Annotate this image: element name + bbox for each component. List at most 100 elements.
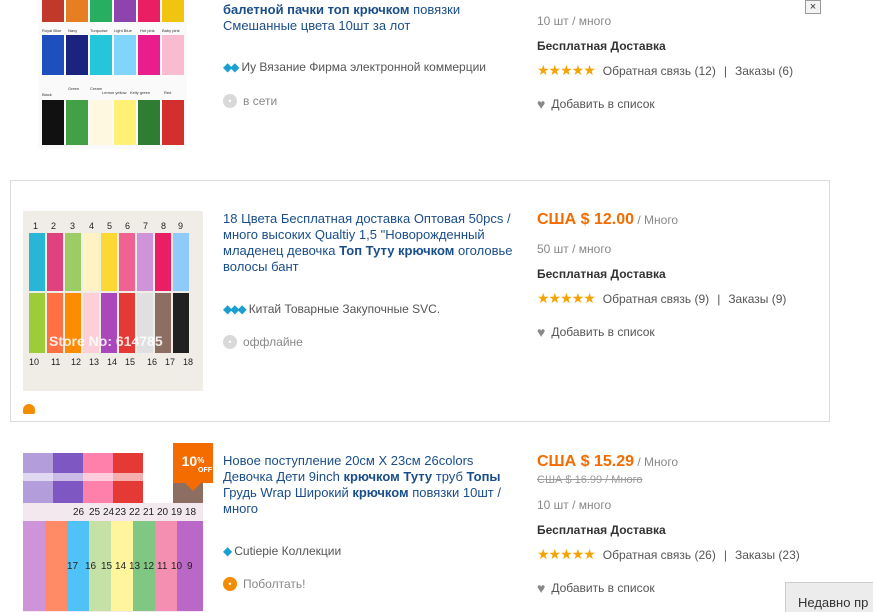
rating-row: ★★★★★ Обратная связь (12) | Заказы (6) — [537, 62, 793, 79]
close-button[interactable]: × — [805, 0, 821, 14]
diamond-rating-icon: ◆◆◆ — [223, 302, 247, 316]
rating-row: ★★★★★ Обратная связь (9) | Заказы (9) — [537, 290, 786, 307]
diamond-rating-icon: ◆◆ — [223, 60, 240, 74]
swatch-label: Royal Blue — [42, 28, 62, 33]
seller-row: ◆◆ Иу Вязание Фирма электронной коммерци… — [223, 60, 486, 74]
image-number: 13 — [89, 357, 99, 367]
seller-link[interactable]: Cutiepie Коллекции — [234, 544, 341, 558]
shipping-text: Бесплатная Доставка — [537, 523, 666, 537]
add-to-list-label: Добавить в список — [551, 581, 655, 595]
quantity-text: 50 шт / много — [537, 242, 612, 256]
image-number: 7 — [143, 221, 148, 231]
swatch-label: Light Blue — [114, 28, 133, 33]
discount-off: OFF — [198, 467, 212, 474]
swatch-label: Black — [42, 92, 52, 97]
image-number: 6 — [125, 221, 130, 231]
image-number: 20 — [157, 507, 169, 518]
status-text[interactable]: оффлайне — [243, 335, 303, 349]
image-number: 26 — [73, 507, 85, 518]
image-number: 12 — [71, 357, 81, 367]
discount-value: 10 — [181, 453, 198, 469]
image-number: 2 — [51, 221, 56, 231]
image-number: 19 — [171, 507, 183, 518]
recently-viewed-tab[interactable]: Недавно пр — [785, 582, 873, 612]
price: США $ 12.00 / Много — [537, 211, 678, 229]
store-watermark: Store No: 614785 — [49, 333, 163, 349]
image-number: 21 — [143, 507, 155, 518]
product-title[interactable]: балетной пачки топ крючком повязки Смеша… — [223, 2, 513, 34]
image-number: 10 — [29, 357, 39, 367]
price-unit: / Много — [634, 455, 679, 469]
add-to-list-label: Добавить в список — [551, 97, 655, 111]
title-part[interactable]: Топы — [467, 469, 501, 484]
chat-offline-icon: • — [223, 94, 237, 108]
image-number: 9 — [178, 221, 183, 231]
feedback-link[interactable]: Обратная связь (9) — [603, 292, 709, 306]
image-number: 15 — [125, 357, 135, 367]
seller-row: ◆ Cutiepie Коллекции — [223, 544, 341, 558]
quantity-text: 10 шт / много — [537, 14, 612, 28]
seller-link[interactable]: Китай Товарные Закупочные SVC. — [249, 302, 440, 316]
headband-grid-image: 1 2 3 4 5 6 7 8 9 10 11 12 13 14 15 16 1… — [23, 211, 203, 391]
add-to-list-button[interactable]: ♥ Добавить в список — [537, 324, 655, 340]
store-icon[interactable] — [23, 404, 35, 414]
seller-status: • Поболтать! — [223, 577, 305, 591]
image-number: 16 — [147, 357, 157, 367]
status-text[interactable]: Поболтать! — [243, 577, 305, 591]
image-number: 8 — [161, 221, 166, 231]
product-title[interactable]: 18 Цвета Бесплатная доставка Оптовая 50p… — [223, 211, 513, 275]
orders-link[interactable]: Заказы (23) — [735, 548, 800, 562]
image-number: 3 — [70, 221, 75, 231]
image-number: 1 — [33, 221, 38, 231]
chat-offline-icon: • — [223, 335, 237, 349]
image-number: 23 — [115, 507, 127, 518]
image-number: 12 — [143, 561, 155, 572]
image-number: 14 — [107, 357, 117, 367]
seller-row: ◆◆◆ Китай Товарные Закупочные SVC. — [223, 302, 440, 316]
status-text[interactable]: в сети — [243, 94, 277, 108]
title-part[interactable]: труб — [432, 469, 466, 484]
separator: | — [723, 63, 727, 78]
title-part[interactable]: крючком Туту — [343, 469, 432, 484]
image-number: 18 — [183, 357, 193, 367]
orders-link[interactable]: Заказы (9) — [728, 292, 786, 306]
swatch-label: Lemon yellow — [102, 90, 127, 95]
image-number: 9 — [187, 561, 193, 572]
title-part[interactable]: Грудь Wrap Широкий — [223, 485, 352, 500]
image-number: 15 — [101, 561, 113, 572]
add-to-list-button[interactable]: ♥ Добавить в список — [537, 580, 655, 596]
product-title[interactable]: Новое поступление 20см X 23см 26colors Д… — [223, 453, 513, 517]
image-number: 17 — [165, 357, 175, 367]
image-number: 13 — [129, 561, 141, 572]
shipping-text: Бесплатная Доставка — [537, 267, 666, 281]
price-value: США $ 15.29 — [537, 453, 635, 470]
swatch-label: Navy — [68, 28, 77, 33]
title-part[interactable]: топ крючком — [328, 2, 410, 17]
add-to-list-button[interactable]: ♥ Добавить в список — [537, 96, 655, 112]
title-part[interactable]: Топ Туту крючком — [339, 243, 454, 258]
orders-link[interactable]: Заказы (6) — [735, 64, 793, 78]
add-to-list-label: Добавить в список — [551, 325, 655, 339]
feedback-link[interactable]: Обратная связь (12) — [603, 64, 716, 78]
seller-link[interactable]: Иу Вязание Фирма электронной коммерции — [241, 60, 486, 74]
title-part[interactable]: крючком — [352, 485, 408, 500]
image-number: 5 — [107, 221, 112, 231]
product-image[interactable]: Royal Blue Navy Turquoise Light Blue Hot… — [38, 0, 187, 149]
image-number: 25 — [89, 507, 101, 518]
title-part[interactable]: балетной пачки — [223, 2, 328, 17]
discount-badge: 10% OFF — [173, 443, 213, 491]
feedback-link[interactable]: Обратная связь (26) — [603, 548, 716, 562]
product-image[interactable]: 1 2 3 4 5 6 7 8 9 10 11 12 13 14 15 16 1… — [23, 211, 203, 391]
swatch-label: Red — [164, 90, 171, 95]
seller-status: • оффлайне — [223, 335, 303, 349]
swatch-label: Kelly green — [130, 90, 150, 95]
image-number: 16 — [85, 561, 97, 572]
star-rating-icon: ★★★★★ — [537, 546, 596, 562]
diamond-rating-icon: ◆ — [223, 544, 232, 558]
old-price: США $ 16.99 / Много — [537, 474, 643, 486]
seller-status: • в сети — [223, 94, 277, 108]
image-number: 17 — [67, 561, 79, 572]
image-number: 4 — [89, 221, 94, 231]
separator: | — [723, 547, 727, 562]
image-number: 10 — [171, 561, 183, 572]
